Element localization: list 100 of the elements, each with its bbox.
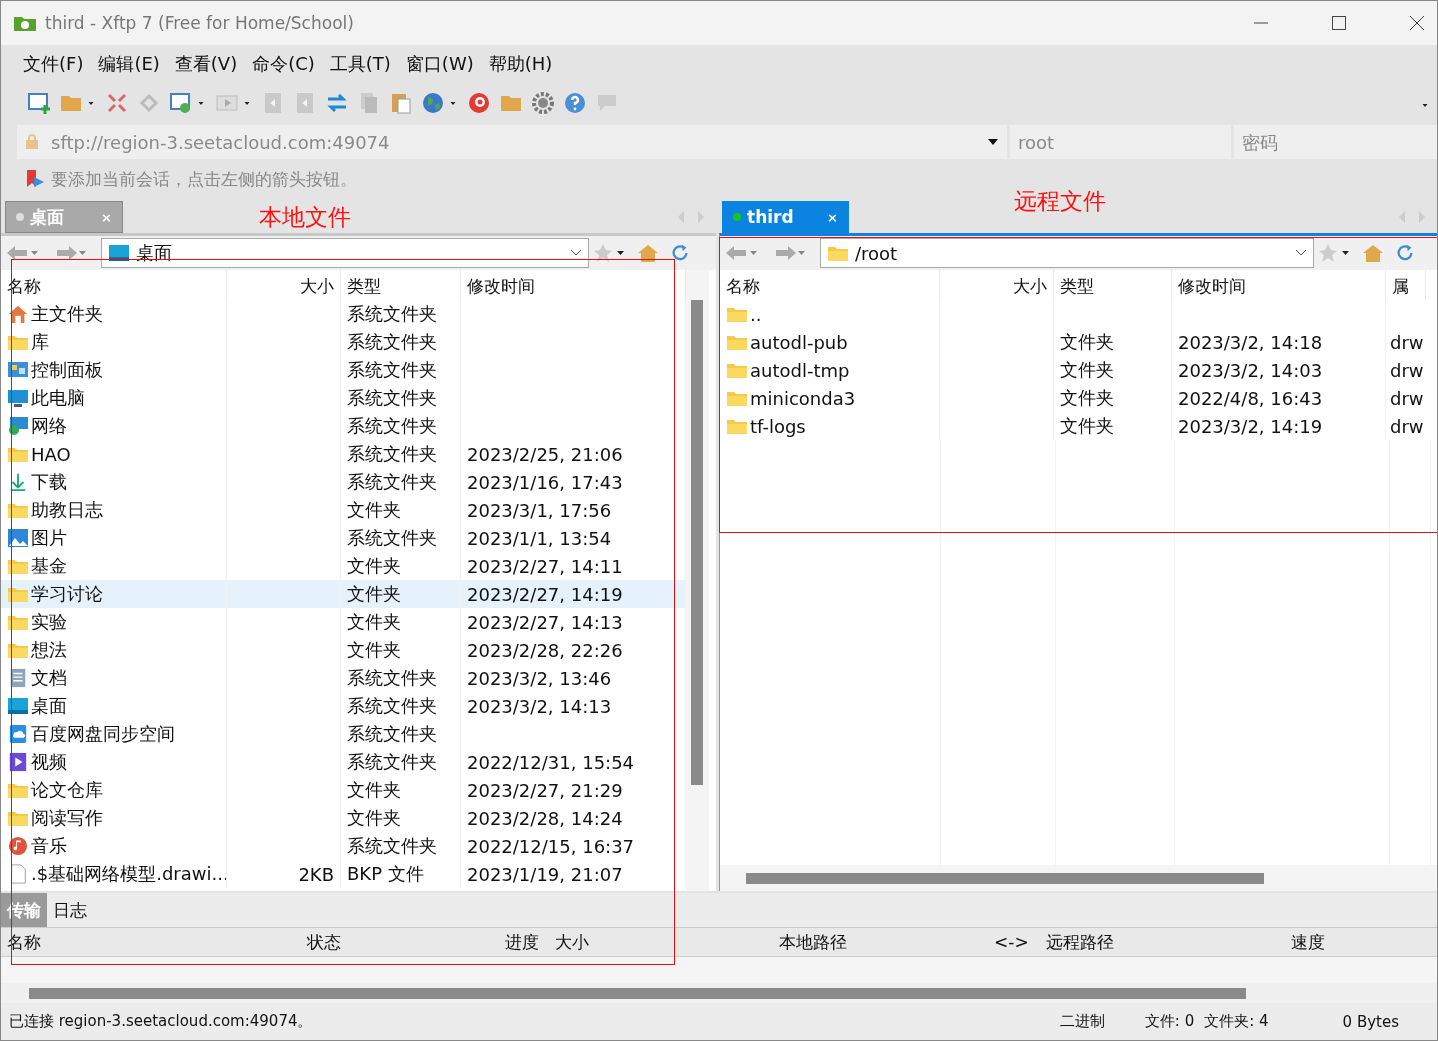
menu-item[interactable]: 窗口(W) xyxy=(405,52,474,76)
column-header[interactable]: 大小 xyxy=(549,930,773,954)
new-session-icon[interactable] xyxy=(27,91,51,115)
session-tab[interactable]: third × xyxy=(722,201,849,233)
file-type: 系统文件夹 xyxy=(347,442,437,466)
settings-icon[interactable] xyxy=(531,91,555,115)
transfer-arrows-icon[interactable] xyxy=(325,91,349,115)
file-type: BKP 文件 xyxy=(347,862,424,886)
status-message: 已连接 region-3.seetacloud.com:49074。 xyxy=(9,1012,313,1031)
file-row[interactable]: 文档 系统文件夹 2023/3/2, 13:46 xyxy=(1,664,686,692)
maximize-icon[interactable] xyxy=(1331,15,1347,31)
file-type: 系统文件夹 xyxy=(347,722,437,746)
menu-item[interactable]: 文件(F) xyxy=(23,52,84,76)
column-header[interactable]: 进度 xyxy=(449,930,549,954)
column-header[interactable]: 大小 xyxy=(940,270,1054,300)
file-name: miniconda3 xyxy=(750,387,856,409)
file-type: 系统文件夹 xyxy=(347,694,437,718)
close-icon[interactable] xyxy=(1409,15,1425,31)
star-icon[interactable] xyxy=(1318,243,1352,263)
modified-date: 2023/1/19, 21:07 xyxy=(467,863,623,885)
file-name: autodl-tmp xyxy=(750,359,850,381)
menu-item[interactable]: 查看(V) xyxy=(174,52,238,76)
column-header[interactable]: 类型 xyxy=(341,270,461,300)
file-row[interactable]: 实验 文件夹 2023/2/27, 14:13 xyxy=(1,608,686,636)
column-header[interactable]: 属 xyxy=(1386,270,1426,300)
annotation-label: 本地文件 xyxy=(259,203,351,232)
column-header[interactable]: 类型 xyxy=(1054,270,1172,300)
menu-item[interactable]: 工具(T) xyxy=(329,52,391,76)
scrollbar-thumb[interactable] xyxy=(691,300,703,785)
file-row[interactable]: 视频 系统文件夹 2022/12/31, 15:54 xyxy=(1,748,686,776)
home-icon[interactable] xyxy=(1362,243,1384,263)
file-row[interactable]: 学习讨论 文件夹 2023/2/27, 14:19 xyxy=(1,580,686,608)
caret-icon[interactable] xyxy=(987,138,999,146)
file-row[interactable]: autodl-pub 文件夹 2023/3/2, 14:18 drw xyxy=(720,328,1437,356)
file-row[interactable]: 图片 系统文件夹 2023/1/1, 13:54 xyxy=(1,524,686,552)
modified-date: 2023/2/27, 21:29 xyxy=(467,779,623,801)
bookmark-arrow-icon[interactable] xyxy=(25,169,45,189)
file-name: autodl-pub xyxy=(750,331,848,353)
help-icon[interactable] xyxy=(563,91,587,115)
column-header[interactable]: <-> xyxy=(988,932,1040,952)
file-name: 基金 xyxy=(31,554,67,578)
column-header[interactable]: 大小 xyxy=(227,270,341,300)
file-row[interactable]: HAO 系统文件夹 2023/2/25, 21:06 xyxy=(1,440,686,468)
pictures-icon xyxy=(7,528,29,548)
scrollbar-thumb[interactable] xyxy=(29,988,1246,999)
star-icon[interactable] xyxy=(593,243,627,263)
file-name: 网络 xyxy=(31,414,67,438)
file-row[interactable]: .$基础网络模型.drawi... 2KB BKP 文件 2023/1/19, 21:07 xyxy=(1,860,686,888)
folder-count: 文件夹: 4 xyxy=(1204,1012,1269,1031)
file-name: 下载 xyxy=(31,470,67,494)
column-header[interactable]: 本地路径 xyxy=(773,930,988,954)
modified-date: 2022/4/8, 16:43 xyxy=(1178,387,1323,409)
file-row[interactable]: tf-logs 文件夹 2023/3/2, 14:19 drw xyxy=(720,412,1437,440)
file-row[interactable]: 音乐 系统文件夹 2022/12/15, 16:37 xyxy=(1,832,686,860)
file-type: 文件夹 xyxy=(347,582,401,606)
disconnect-icon[interactable] xyxy=(105,91,129,115)
back-icon[interactable] xyxy=(724,243,758,263)
file-count: 文件: 0 xyxy=(1144,1012,1195,1031)
column-header[interactable]: 远程路径 xyxy=(1040,930,1285,954)
file-row[interactable]: 库 系统文件夹 xyxy=(1,328,686,356)
file-row[interactable]: 网络 系统文件夹 xyxy=(1,412,686,440)
file-row[interactable]: autodl-tmp 文件夹 2023/3/2, 14:03 drw xyxy=(720,356,1437,384)
file-row[interactable]: 阅读写作 文件夹 2023/2/28, 14:24 xyxy=(1,804,686,832)
file-row[interactable]: 此电脑 系统文件夹 xyxy=(1,384,686,412)
computer-icon xyxy=(7,388,29,408)
file-row[interactable]: 论文仓库 文件夹 2023/2/27, 21:29 xyxy=(1,776,686,804)
chevron-icon[interactable] xyxy=(1295,249,1307,257)
file-row[interactable]: 想法 文件夹 2023/2/28, 22:26 xyxy=(1,636,686,664)
file-type: 文件夹 xyxy=(347,778,401,802)
menu-item[interactable]: 帮助(H) xyxy=(488,52,553,76)
file-row[interactable]: 主文件夹 系统文件夹 xyxy=(1,300,686,328)
clipboard-icon[interactable] xyxy=(389,91,413,115)
chevron-icon[interactable] xyxy=(570,249,582,257)
panel-tab[interactable]: 日志 xyxy=(47,893,93,927)
column-header[interactable]: 修改时间 xyxy=(1172,270,1386,300)
file-row[interactable]: miniconda3 文件夹 2022/4/8, 16:43 drw xyxy=(720,384,1437,412)
file-row[interactable]: 桌面 系统文件夹 2023/3/2, 14:13 xyxy=(1,692,686,720)
file-row[interactable]: 控制面板 系统文件夹 xyxy=(1,356,686,384)
menu-item[interactable]: 命令(C) xyxy=(252,52,315,76)
username-field[interactable]: root xyxy=(1010,125,1231,159)
settings-window-icon[interactable] xyxy=(169,91,193,115)
modified-date: 2023/3/2, 14:03 xyxy=(1178,359,1323,381)
home-icon[interactable] xyxy=(637,243,659,263)
file-row[interactable]: 百度网盘同步空间 系统文件夹 xyxy=(1,720,686,748)
file-row[interactable]: 助教日志 文件夹 2023/3/1, 17:56 xyxy=(1,496,686,524)
file-row[interactable]: .. xyxy=(720,300,1437,328)
column-header[interactable]: 速度 xyxy=(1285,930,1395,954)
file-name: 论文仓库 xyxy=(31,778,103,802)
column-header[interactable]: 状态 xyxy=(301,930,451,954)
globe-icon[interactable] xyxy=(421,91,445,115)
file-name: 视频 xyxy=(31,750,67,774)
scrollbar-thumb[interactable] xyxy=(746,873,1264,884)
music-icon xyxy=(7,836,29,856)
menu-item[interactable]: 编辑(E) xyxy=(98,52,160,76)
file-name: 桌面 xyxy=(31,694,67,718)
file-type: 文件夹 xyxy=(1060,330,1114,354)
network-icon xyxy=(7,416,29,436)
password-field[interactable]: 密码 xyxy=(1234,125,1437,159)
column-header[interactable]: 名称 xyxy=(720,270,940,300)
path-field[interactable]: /root xyxy=(820,238,1314,268)
